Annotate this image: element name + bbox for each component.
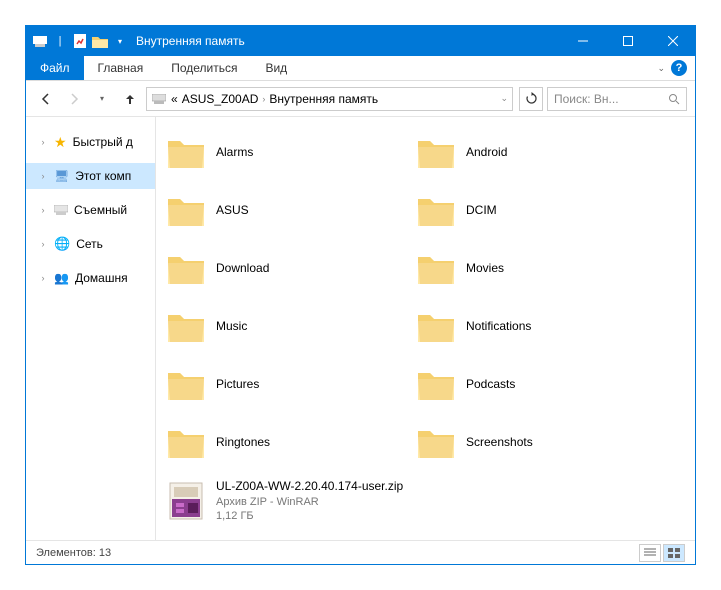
breadcrumb-part-1[interactable]: Внутренняя память xyxy=(269,92,378,106)
folder-item[interactable]: ASUS xyxy=(166,189,416,233)
view-details-button[interactable] xyxy=(639,544,661,562)
folder-label: Notifications xyxy=(466,319,531,335)
nav-forward-button[interactable] xyxy=(62,87,86,111)
expand-icon[interactable]: › xyxy=(38,171,48,181)
qat-dropdown-icon[interactable]: ▾ xyxy=(112,33,128,49)
close-button[interactable] xyxy=(650,26,695,56)
folder-label: Podcasts xyxy=(466,377,515,393)
search-icon xyxy=(668,93,680,105)
folder-label: Alarms xyxy=(216,145,253,161)
refresh-button[interactable] xyxy=(519,87,543,111)
chevron-right-icon[interactable]: › xyxy=(262,94,265,104)
address-bar: ▾ « ASUS_Z00AD › Внутренняя память ⌄ Пои… xyxy=(26,81,695,117)
network-icon: 🌐 xyxy=(54,236,70,252)
minimize-button[interactable] xyxy=(560,26,605,56)
expand-icon[interactable]: › xyxy=(38,239,48,249)
nav-recent-dropdown[interactable]: ▾ xyxy=(90,87,114,111)
folder-label: Movies xyxy=(466,261,504,277)
folder-item[interactable]: Android xyxy=(416,131,666,175)
maximize-button[interactable] xyxy=(605,26,650,56)
sidebar-item-network[interactable]: › 🌐 Сеть xyxy=(26,231,155,257)
sidebar-item-label: Быстрый д xyxy=(73,135,133,149)
ribbon: Файл Главная Поделиться Вид ⌄ ? xyxy=(26,56,695,81)
file-pane[interactable]: Alarms Android ASUS DCIM Download Movies Music… xyxy=(156,117,695,540)
nav-up-button[interactable] xyxy=(118,87,142,111)
folder-item[interactable]: Screenshots xyxy=(416,421,666,465)
explorer-window: | ▾ Внутренняя память Файл Главная Под xyxy=(25,25,696,565)
sidebar-item-label: Этот комп xyxy=(75,169,131,183)
status-item-count: Элементов: 13 xyxy=(36,547,111,559)
folder-item[interactable]: Pictures xyxy=(166,363,416,407)
folder-label: Music xyxy=(216,319,247,335)
search-placeholder: Поиск: Вн... xyxy=(554,92,664,106)
star-icon: ★ xyxy=(54,134,67,151)
ribbon-expand-icon[interactable]: ⌄ xyxy=(657,63,665,74)
folder-item[interactable]: Ringtones xyxy=(166,421,416,465)
help-icon[interactable]: ? xyxy=(671,60,687,76)
ribbon-tab-view[interactable]: Вид xyxy=(251,56,301,80)
folder-item[interactable]: Download xyxy=(166,247,416,291)
sidebar-item-removable[interactable]: › Съемный xyxy=(26,197,155,223)
folder-label: Screenshots xyxy=(466,435,533,451)
ribbon-tab-home[interactable]: Главная xyxy=(84,56,158,80)
folder-label: Ringtones xyxy=(216,435,270,451)
explorer-body: › ★ Быстрый д › 🖥 Этот комп › Съемный › … xyxy=(26,117,695,540)
nav-back-button[interactable] xyxy=(34,87,58,111)
pc-icon: 🖥 xyxy=(54,169,69,183)
expand-icon[interactable]: › xyxy=(38,205,48,215)
expand-icon[interactable]: › xyxy=(38,137,48,147)
breadcrumb-part-0[interactable]: ASUS_Z00AD xyxy=(182,92,259,106)
folder-item[interactable]: Notifications xyxy=(416,305,666,349)
folder-item[interactable]: Alarms xyxy=(166,131,416,175)
file-type: Архив ZIP - WinRAR xyxy=(216,495,403,509)
file-item-zip[interactable]: UL-Z00A-WW-2.20.40.174-user.zipАрхив ZIP… xyxy=(166,479,666,523)
ribbon-file-tab[interactable]: Файл xyxy=(26,56,84,80)
window-title: Внутренняя память xyxy=(136,34,560,48)
folder-item[interactable]: Podcasts xyxy=(416,363,666,407)
breadcrumb[interactable]: « ASUS_Z00AD › Внутренняя память ⌄ xyxy=(146,87,513,111)
search-input[interactable]: Поиск: Вн... xyxy=(547,87,687,111)
sidebar-item-label: Съемный xyxy=(74,203,127,217)
breadcrumb-device-icon xyxy=(151,91,167,107)
sidebar-item-thispc[interactable]: › 🖥 Этот комп xyxy=(26,163,155,189)
folder-item[interactable]: DCIM xyxy=(416,189,666,233)
homegroup-icon: 👥 xyxy=(54,271,69,285)
folder-label: DCIM xyxy=(466,203,497,219)
file-name: UL-Z00A-WW-2.20.40.174-user.zip xyxy=(216,479,403,495)
folder-label: ASUS xyxy=(216,203,249,219)
qat-properties-icon[interactable] xyxy=(72,33,88,49)
titlebar: | ▾ Внутренняя память xyxy=(26,26,695,56)
drive-icon xyxy=(54,205,68,215)
view-icons-button[interactable] xyxy=(663,544,685,562)
breadcrumb-dropdown-icon[interactable]: ⌄ xyxy=(500,93,508,104)
expand-icon[interactable]: › xyxy=(38,273,48,283)
breadcrumb-prefix: « xyxy=(171,92,178,106)
file-size: 1,12 ГБ xyxy=(216,509,403,523)
folder-item[interactable]: Music xyxy=(166,305,416,349)
ribbon-tab-share[interactable]: Поделиться xyxy=(157,56,251,80)
folder-item[interactable]: Movies xyxy=(416,247,666,291)
status-bar: Элементов: 13 xyxy=(26,540,695,564)
qat-separator: | xyxy=(52,33,68,49)
sidebar-item-quickaccess[interactable]: › ★ Быстрый д xyxy=(26,129,155,155)
sidebar: › ★ Быстрый д › 🖥 Этот комп › Съемный › … xyxy=(26,117,156,540)
qat-device-icon[interactable] xyxy=(32,33,48,49)
folder-label: Pictures xyxy=(216,377,259,393)
folder-label: Download xyxy=(216,261,269,277)
folder-label: Android xyxy=(466,145,507,161)
qat-folder-icon[interactable] xyxy=(92,33,108,49)
sidebar-item-label: Домашня xyxy=(75,271,128,285)
sidebar-item-label: Сеть xyxy=(76,237,103,251)
sidebar-item-homegroup[interactable]: › 👥 Домашня xyxy=(26,265,155,291)
